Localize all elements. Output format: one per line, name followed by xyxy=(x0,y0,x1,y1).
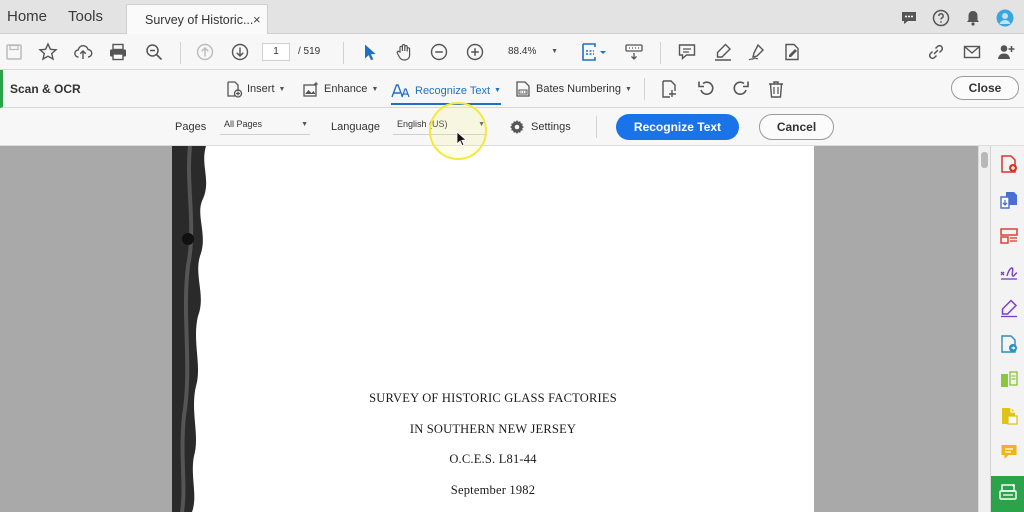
print-icon[interactable] xyxy=(108,42,128,62)
page-total: / 519 xyxy=(298,46,321,57)
gear-icon xyxy=(510,120,524,134)
highlight-pen-icon[interactable] xyxy=(713,42,733,62)
export-pdf-icon[interactable] xyxy=(999,190,1019,210)
enhance-label: Enhance xyxy=(324,83,368,95)
recognize-text-icon xyxy=(391,83,410,97)
close-button[interactable]: Close xyxy=(951,76,1019,100)
document-viewport[interactable]: SURVEY OF HISTORIC GLASS FACTORIES IN SO… xyxy=(0,146,978,512)
add-user-icon[interactable] xyxy=(996,42,1016,62)
close-icon[interactable]: × xyxy=(253,12,261,27)
enhance-menu[interactable]: Enhance ▼ xyxy=(302,78,378,100)
toolbar-divider xyxy=(660,42,661,64)
select-arrow-icon[interactable] xyxy=(360,42,380,62)
link-share-icon[interactable] xyxy=(926,42,946,62)
save-icon[interactable] xyxy=(4,42,24,62)
pages-select[interactable]: All Pages ▼ xyxy=(220,119,310,135)
tab-home[interactable]: Home xyxy=(7,8,47,25)
insert-page-icon xyxy=(227,81,243,98)
bates-numbering-icon xyxy=(516,81,530,97)
recognize-text-button[interactable]: Recognize Text xyxy=(616,114,739,140)
right-tools-panel xyxy=(990,146,1024,512)
chevron-down-icon: ▼ xyxy=(478,121,485,128)
recognize-options-bar: Pages All Pages ▼ Language English (US) … xyxy=(0,108,1024,146)
toolbar-divider xyxy=(343,42,344,64)
fit-page-icon[interactable] xyxy=(580,42,608,62)
rotate-left-icon[interactable] xyxy=(696,79,716,99)
scan-ocr-toolbar: Scan & OCR Insert ▼ Enhance ▼ Recognize … xyxy=(0,70,1024,108)
pages-label: Pages xyxy=(175,121,207,133)
previous-page-icon[interactable] xyxy=(195,42,215,62)
create-pdf-icon[interactable] xyxy=(999,154,1019,174)
chat-icon[interactable] xyxy=(900,9,918,27)
zoom-level-select[interactable]: 88.4% ▼ xyxy=(500,43,562,61)
star-icon[interactable] xyxy=(38,42,58,62)
next-page-icon[interactable] xyxy=(230,42,250,62)
stamp-icon[interactable] xyxy=(999,406,1019,426)
chevron-down-icon: ▼ xyxy=(551,48,558,55)
vertical-scrollbar[interactable] xyxy=(978,146,990,512)
fill-sign-icon[interactable] xyxy=(999,262,1019,282)
language-label: Language xyxy=(331,121,380,133)
tab-bar: Home Tools Survey of Historic... × xyxy=(0,0,1024,34)
edit-pdf-icon[interactable] xyxy=(782,42,802,62)
document-tab-title: Survey of Historic... xyxy=(145,13,254,27)
compare-files-icon[interactable] xyxy=(999,370,1019,390)
settings-label: Settings xyxy=(531,121,571,133)
pdf-page: SURVEY OF HISTORIC GLASS FACTORIES IN SO… xyxy=(172,146,814,512)
sign-pen-icon[interactable] xyxy=(747,42,767,62)
page-crop-icon[interactable] xyxy=(659,79,679,99)
language-select[interactable]: English (US) ▼ xyxy=(393,119,487,135)
document-subtitle-line: IN SOUTHERN NEW JERSEY xyxy=(409,422,577,436)
avatar[interactable] xyxy=(996,9,1014,27)
cancel-button[interactable]: Cancel xyxy=(759,114,834,140)
page-number-input[interactable]: 1 xyxy=(262,43,290,61)
tab-tools[interactable]: Tools xyxy=(68,8,103,25)
chevron-down-icon: ▼ xyxy=(625,85,632,93)
chevron-down-icon: ▼ xyxy=(494,87,501,94)
document-date: September 1982 xyxy=(450,483,536,497)
email-icon[interactable] xyxy=(962,42,982,62)
comment-panel-icon[interactable] xyxy=(999,442,1019,462)
scanner-icon xyxy=(999,484,1017,500)
zoom-out-icon[interactable] xyxy=(144,42,164,62)
chevron-down-icon: ▼ xyxy=(371,85,379,93)
organize-pages-icon[interactable] xyxy=(999,226,1019,246)
chevron-down-icon: ▼ xyxy=(301,121,308,128)
keyboard-scroll-icon[interactable] xyxy=(624,42,644,62)
toolbar-divider xyxy=(180,42,181,64)
hand-icon[interactable] xyxy=(394,42,414,62)
chevron-down-icon: ▼ xyxy=(278,85,286,93)
help-icon[interactable] xyxy=(932,9,950,27)
main-toolbar: 1 / 519 88.4% ▼ xyxy=(0,34,1024,70)
scan-ocr-tool-button[interactable] xyxy=(991,476,1024,512)
recognize-text-menu[interactable]: Recognize Text ▼ xyxy=(391,78,501,105)
trash-icon[interactable] xyxy=(766,79,786,99)
send-for-review-icon[interactable] xyxy=(999,334,1019,354)
toolbar-divider xyxy=(596,116,597,138)
bates-numbering-label: Bates Numbering xyxy=(536,83,621,95)
upload-cloud-icon[interactable] xyxy=(73,42,93,62)
zoom-level-value: 88.4% xyxy=(508,46,537,57)
recognize-text-label: Recognize Text xyxy=(415,84,491,97)
settings-button[interactable]: Settings xyxy=(509,119,571,135)
zoom-plus-icon[interactable] xyxy=(465,42,485,62)
toolbar-divider xyxy=(644,78,645,100)
document-report-number: O.C.E.S. L81-44 xyxy=(449,452,537,466)
insert-label: Insert xyxy=(247,83,275,95)
rotate-right-icon[interactable] xyxy=(731,79,751,99)
insert-menu[interactable]: Insert ▼ xyxy=(225,78,285,100)
edit-pen-icon[interactable] xyxy=(999,298,1019,318)
pages-select-value: All Pages xyxy=(224,119,263,129)
enhance-image-icon xyxy=(303,81,319,97)
bates-numbering-menu[interactable]: Bates Numbering ▼ xyxy=(514,78,632,100)
document-tab[interactable]: Survey of Historic... × xyxy=(126,4,268,34)
zoom-minus-icon[interactable] xyxy=(429,42,449,62)
document-title-line: SURVEY OF HISTORIC GLASS FACTORIES xyxy=(369,391,617,405)
comment-icon[interactable] xyxy=(677,42,697,62)
bell-icon[interactable] xyxy=(964,9,982,27)
scrollbar-thumb[interactable] xyxy=(981,152,988,168)
tool-title: Scan & OCR xyxy=(10,82,81,96)
language-select-value: English (US) xyxy=(397,119,448,129)
